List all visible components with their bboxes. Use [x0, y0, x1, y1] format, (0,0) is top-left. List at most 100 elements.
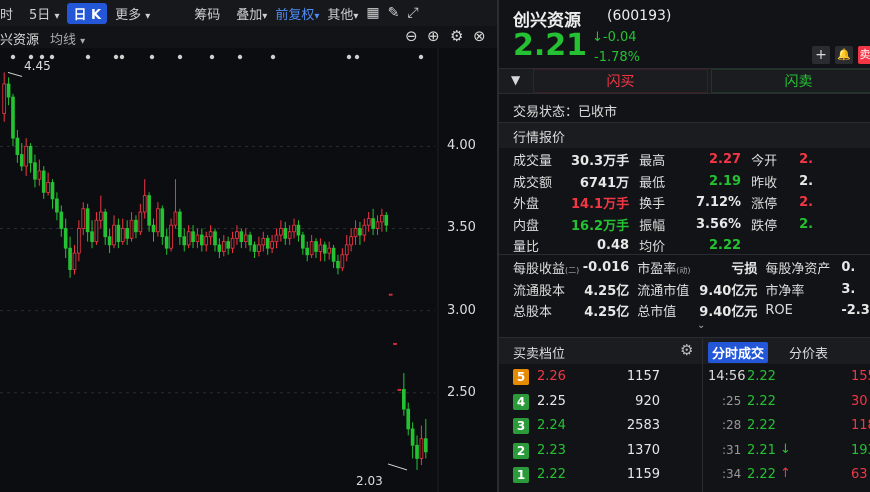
period-5d-label: 5日 [29, 7, 51, 23]
period-time-tab[interactable]: 时 [0, 4, 13, 23]
plus-circle-icon[interactable]: ⊕ [427, 27, 440, 45]
candle-body [24, 145, 28, 167]
event-marker[interactable] [85, 54, 91, 60]
fin-label-text: 每股收益 [513, 262, 566, 278]
candle-body [221, 241, 226, 252]
expand-chevron-icon[interactable]: ⌄ [697, 320, 705, 331]
ticks-list: 14:562.22155:252.2230:282.22118:312.21↓1… [708, 366, 870, 489]
candle-body [301, 234, 305, 249]
level-badge: 2 [513, 442, 529, 459]
candle-body [116, 224, 121, 243]
gear-icon[interactable]: ⚙ [450, 27, 463, 45]
chips-button[interactable]: 筹码 [194, 4, 220, 23]
quote-value: 2. [799, 216, 814, 232]
tick-price: 2.21 [747, 442, 776, 458]
tab-ticks[interactable]: 分时成交 [708, 342, 769, 363]
candle-body [68, 247, 72, 270]
event-marker[interactable] [346, 54, 352, 60]
level-price: 2.26 [537, 369, 566, 384]
candle-body [393, 343, 397, 345]
quick-buy-button[interactable]: 闪买 [533, 69, 708, 93]
tick-time: :28 [722, 418, 742, 432]
orderbook-row[interactable]: 5 2.26 1157 [513, 366, 698, 391]
fin-label-sub: (二) [565, 266, 580, 276]
candle-body [235, 231, 239, 239]
sell-icon[interactable]: 卖 [858, 46, 870, 64]
candle-body [50, 182, 55, 200]
fin-value: 4.25亿 [584, 283, 630, 299]
period-dk-tab[interactable]: 日 K [67, 2, 108, 24]
candle-body [15, 137, 20, 155]
event-marker[interactable] [418, 54, 424, 60]
candle-body [353, 228, 358, 238]
kline-chart[interactable]: 4.00 3.50 3.00 2.50 4.45 2.03 [0, 48, 497, 492]
collapse-icon[interactable]: ▼ [511, 73, 520, 87]
fin-row: 每股收益(二) -0.016 市盈率(动) 亏损 每股净资产 0. [513, 257, 870, 279]
event-marker[interactable] [113, 54, 119, 60]
candle-body [349, 236, 353, 246]
candle-body [77, 228, 81, 254]
candle-body [358, 228, 362, 236]
tick-price: 2.22 [747, 393, 776, 409]
fin-row: 总股本 4.25亿 总市值 9.40亿元 ROE -2.3 [513, 300, 870, 322]
y-tick-label: 3.00 [447, 302, 476, 318]
grid-layout-icon[interactable]: ▦ [366, 5, 379, 21]
candle-body [142, 195, 147, 213]
candle-body [344, 244, 349, 256]
quote-row: 成交量 30.3万手 最高 2.27 今开 2. [513, 149, 839, 171]
candle-body [296, 224, 301, 236]
low-price-label: 2.03 [356, 474, 383, 488]
level-badge: 1 [513, 467, 529, 483]
level-price: 2.25 [537, 393, 566, 409]
quick-sell-button[interactable]: 闪卖 [711, 69, 870, 93]
add-watchlist-icon[interactable]: + [812, 46, 830, 64]
event-marker[interactable] [149, 54, 155, 60]
ma-label: 均线 [50, 33, 77, 48]
candle-body [85, 208, 90, 233]
candle-body [160, 208, 165, 238]
chevron-down-icon: ▾ [145, 10, 151, 22]
orderbook-row[interactable]: 1 2.22 1159 [513, 464, 698, 489]
event-marker[interactable] [237, 54, 243, 60]
minus-circle-icon[interactable]: ⊖ [405, 27, 418, 45]
ticks-header: 分时成交 分价表 [703, 337, 870, 364]
quote-value: 2. [799, 195, 814, 211]
close-circle-icon[interactable]: ⊗ [473, 27, 486, 45]
candle-body [265, 237, 270, 249]
gear-icon[interactable]: ⚙ [680, 341, 693, 359]
quote-label: 成交量 [513, 154, 553, 170]
tick-time: 14:56 [708, 369, 746, 384]
candle-body [322, 244, 327, 254]
candle-body [213, 231, 217, 246]
other-button[interactable]: 其他▾ [327, 4, 358, 23]
candle-body [340, 254, 345, 269]
event-marker[interactable] [177, 54, 183, 60]
ma-selector[interactable]: 均线 ▾ [50, 29, 85, 48]
tab-price-table[interactable]: 分价表 [789, 343, 828, 362]
tick-time: :31 [722, 442, 742, 457]
event-marker[interactable] [354, 54, 360, 60]
fullscreen-icon[interactable]: ⤢ [407, 5, 418, 21]
brush-icon[interactable]: ✎ [388, 5, 400, 21]
tick-row: :34 2.22 ↑ 63 [708, 464, 870, 489]
adjust-button[interactable]: 前复权▾ [275, 4, 319, 23]
overlay-button[interactable]: 叠加▾ [236, 4, 267, 23]
kline-svg [0, 48, 439, 492]
orderbook-row[interactable]: 3 2.24 2583 [513, 415, 698, 440]
event-marker[interactable] [10, 54, 16, 60]
orderbook-row[interactable]: 2 2.23 1370 [513, 440, 698, 465]
divider [499, 254, 870, 255]
event-marker[interactable] [209, 54, 215, 60]
bell-icon[interactable]: 🔔 [835, 46, 853, 64]
arrow-down-icon: ↓ [592, 30, 603, 45]
fin-label: 市盈率(动) [637, 257, 699, 279]
event-marker[interactable] [119, 54, 125, 60]
candle-body [169, 224, 173, 249]
candle-body [33, 162, 37, 180]
period-5d-tab[interactable]: 5日 ▾ [29, 4, 59, 23]
more-periods-button[interactable]: 更多 ▾ [115, 4, 150, 23]
candle-body [423, 438, 428, 453]
orderbook-row[interactable]: 4 2.25 920 [513, 391, 698, 416]
event-marker[interactable] [270, 54, 276, 60]
quote-label: 最高 [639, 154, 666, 170]
